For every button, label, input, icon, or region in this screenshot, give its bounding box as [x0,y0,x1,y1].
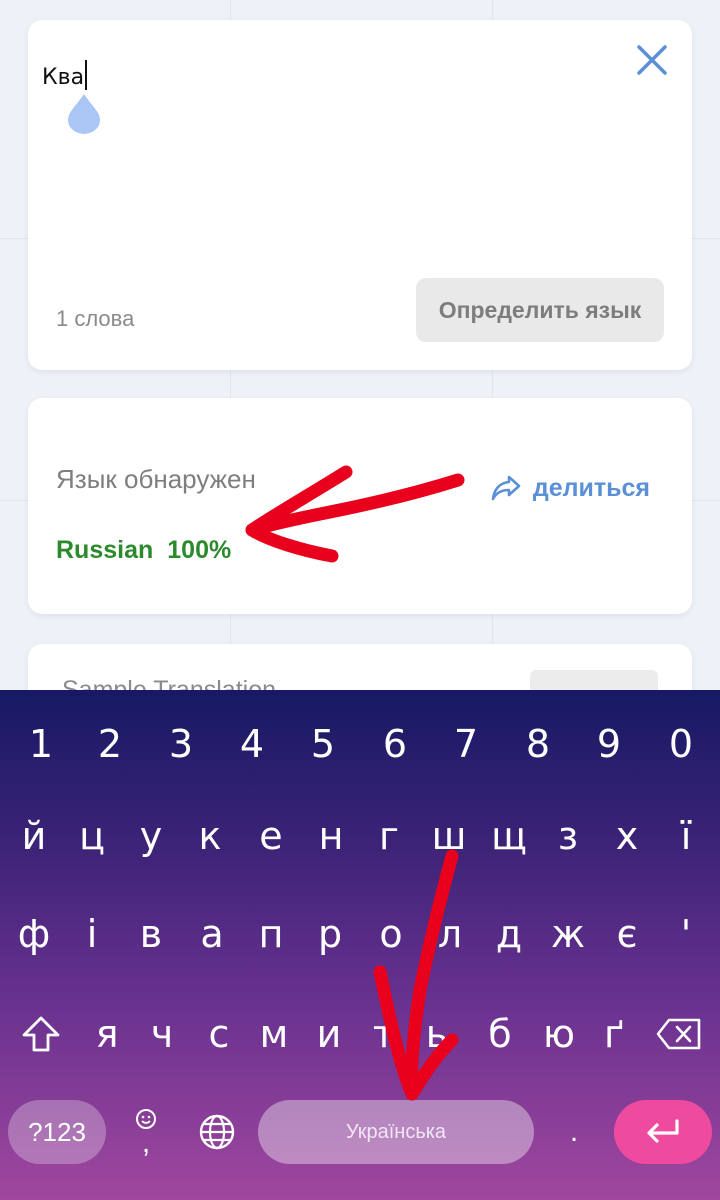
key-letter[interactable]: к [181,796,239,876]
key-letter[interactable]: ' [657,894,715,974]
detected-label: Язык обнаружен [56,464,256,494]
shift-icon [22,1016,60,1052]
emoji-comma-key[interactable]: , [124,1098,168,1166]
globe-icon [199,1114,235,1150]
key-7[interactable]: 7 [437,704,495,784]
key-letter[interactable]: е [242,796,300,876]
key-letter[interactable]: а [183,894,241,974]
symbols-key[interactable]: ?123 [8,1100,106,1164]
share-button[interactable]: делиться [491,470,650,506]
text-caret [85,60,88,90]
key-letter[interactable]: ш [420,796,478,876]
input-card: Ква 1 слова Определить язык [28,20,692,370]
key-letter[interactable]: л [421,894,479,974]
key-letter[interactable]: м [245,994,303,1074]
key-letter[interactable]: ч [133,994,191,1074]
key-letter[interactable]: д [480,894,538,974]
key-letter[interactable]: і [63,894,121,974]
key-letter[interactable]: й [5,796,63,876]
key-letter[interactable]: ґ [585,994,643,1074]
backspace-key[interactable] [650,1006,708,1062]
key-letter[interactable]: н [302,796,360,876]
letter-row-2: ф і в а п р о л д ж є ' [0,894,720,974]
key-letter[interactable]: и [300,994,358,1074]
key-letter[interactable]: г [360,796,418,876]
key-letter[interactable]: х [598,796,656,876]
result-card: Язык обнаружен делиться Russian 100% [28,398,692,614]
key-1[interactable]: 1 [12,704,70,784]
key-letter[interactable]: с [190,994,248,1074]
key-letter[interactable]: ж [539,894,597,974]
backspace-icon [656,1018,701,1050]
input-text-value: Ква [42,65,85,90]
key-letter[interactable]: о [362,894,420,974]
key-0[interactable]: 0 [652,704,710,784]
close-icon[interactable] [634,42,670,78]
share-icon [491,475,521,501]
key-letter[interactable]: я [78,994,136,1074]
key-letter[interactable]: т [355,994,413,1074]
key-8[interactable]: 8 [509,704,567,784]
key-9[interactable]: 9 [580,704,638,784]
detect-language-button[interactable]: Определить язык [416,278,664,342]
shift-key[interactable] [12,1006,70,1062]
key-2[interactable]: 2 [81,704,139,784]
key-letter[interactable]: ц [63,796,121,876]
key-5[interactable]: 5 [294,704,352,784]
key-letter[interactable]: в [122,894,180,974]
key-letter[interactable]: з [539,796,597,876]
period-key[interactable]: . [552,1100,596,1164]
enter-icon [647,1119,679,1143]
language-key[interactable] [192,1100,242,1164]
key-letter[interactable]: є [598,894,656,974]
key-letter[interactable]: ф [5,894,63,974]
key-letter[interactable]: ї [657,796,715,876]
space-key[interactable]: Українська [258,1100,534,1164]
comma-label: , [141,1126,151,1159]
letter-row-1: й ц у к е н г ш щ з х ї [0,796,720,876]
key-letter[interactable]: ю [530,994,588,1074]
detection-result: Russian 100% [56,536,231,565]
detected-language: Russian [56,536,154,564]
confidence-value: 100% [167,536,232,564]
key-4[interactable]: 4 [223,704,281,784]
key-3[interactable]: 3 [152,704,210,784]
key-letter[interactable]: у [122,796,180,876]
word-count: 1 слова [56,306,135,331]
key-letter[interactable]: щ [480,796,538,876]
key-letter[interactable]: р [301,894,359,974]
enter-key[interactable] [614,1100,712,1164]
keyboard: 1 2 3 4 5 6 7 8 9 0 й ц у к е н г ш щ з … [0,690,720,1200]
key-6[interactable]: 6 [366,704,424,784]
key-letter[interactable]: п [242,894,300,974]
key-letter[interactable]: ь [408,994,466,1074]
letter-row-3: я ч с м и т ь б ю ґ [0,994,720,1074]
text-input[interactable]: Ква [42,60,88,92]
caret-handle-icon[interactable] [66,92,102,134]
key-letter[interactable]: б [471,994,529,1074]
number-row: 1 2 3 4 5 6 7 8 9 0 [0,704,720,784]
share-label: делиться [532,473,650,502]
